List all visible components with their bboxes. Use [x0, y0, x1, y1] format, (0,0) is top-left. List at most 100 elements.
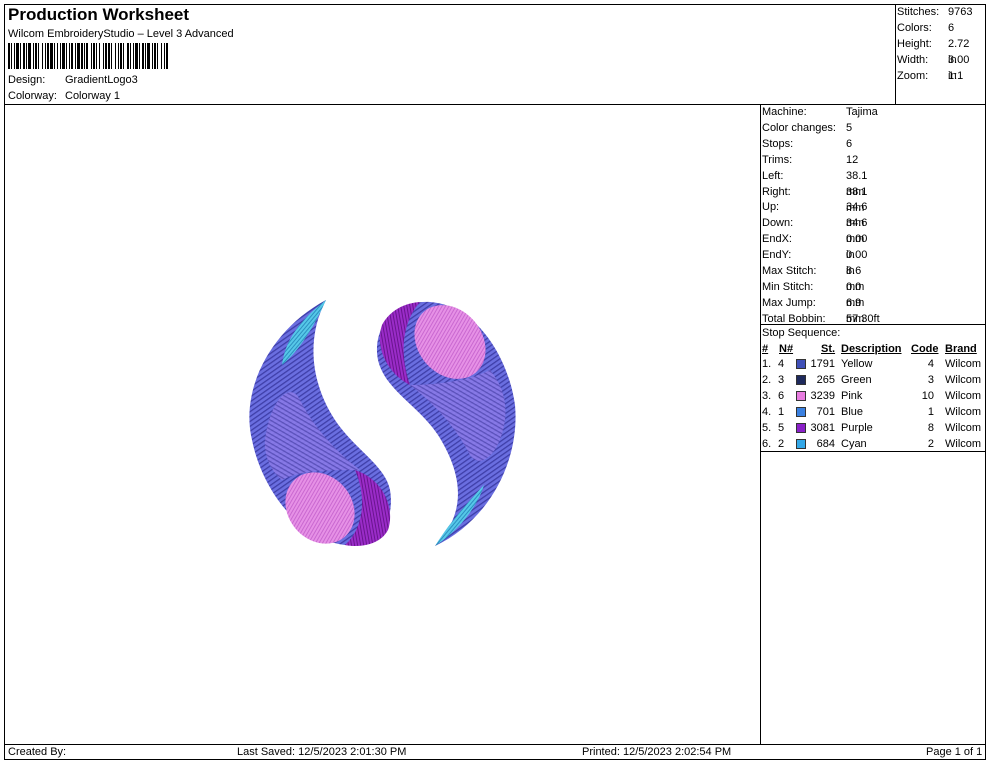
- barcode-bar: [86, 43, 88, 69]
- color-code: 4: [927, 358, 934, 370]
- barcode-bar: [47, 43, 49, 69]
- row-num: 1.: [762, 358, 772, 370]
- design-label: Design:: [8, 74, 46, 86]
- property-label: Machine:: [762, 106, 807, 118]
- property-label: Up:: [762, 201, 780, 214]
- barcode-bar: [77, 43, 80, 69]
- summary-label: Stitches:: [897, 6, 940, 18]
- property-value: 12: [846, 153, 859, 166]
- needle-num: 4: [778, 358, 785, 370]
- color-description: Purple: [841, 421, 873, 434]
- property-label: Max Jump:: [762, 296, 816, 309]
- last-saved: Last Saved: 12/5/2023 2:01:30 PM: [237, 746, 407, 758]
- color-description: Cyan: [841, 437, 867, 450]
- barcode-bar: [16, 43, 19, 69]
- property-label: Trims:: [762, 153, 793, 166]
- summary-label: Zoom:: [897, 70, 929, 82]
- stitch-count: 265: [816, 373, 835, 386]
- barcode-bar: [75, 43, 76, 69]
- thread-brand: Wilcom: [945, 358, 982, 370]
- barcode-bar: [20, 43, 21, 69]
- barcode-bar: [26, 43, 27, 69]
- needle-num: 5: [778, 421, 785, 434]
- barcode-bar: [33, 43, 34, 69]
- stitch-count: 3081: [810, 421, 835, 434]
- barcode-bar: [157, 43, 158, 69]
- barcode-bar: [130, 43, 131, 69]
- barcode-bar: [28, 43, 31, 69]
- barcode-bar: [8, 43, 10, 69]
- barcode-bar: [60, 43, 61, 69]
- property-label: Color changes:: [762, 121, 836, 134]
- color-code: 3: [927, 373, 934, 386]
- stop-sequence-row: 1. 4 1791 Yellow 4 Wilcom: [762, 356, 986, 372]
- barcode-bar: [161, 43, 162, 69]
- color-swatch: [796, 359, 806, 369]
- color-swatch: [796, 374, 806, 385]
- barcode-bar: [105, 43, 107, 69]
- thread-brand: Wilcom: [945, 421, 982, 434]
- row-num: 4.: [762, 405, 772, 418]
- needle-num: 3: [778, 373, 785, 386]
- col-header-needle: N#: [779, 343, 794, 355]
- color-code: 10: [921, 389, 934, 402]
- stitch-count: 1791: [810, 358, 835, 370]
- barcode-bar: [35, 43, 37, 69]
- embroidery-design-preview: [249, 300, 516, 547]
- color-description: Green: [841, 373, 872, 386]
- barcode-bar: [11, 43, 12, 69]
- barcode-bar: [62, 43, 65, 69]
- property-label: Max Stitch:: [762, 265, 817, 277]
- stitch-count: 684: [816, 437, 835, 450]
- stop-sequence-row: 4. 1 701 Blue 1 Wilcom: [762, 404, 986, 420]
- barcode: [8, 43, 168, 69]
- color-swatch: [796, 438, 806, 449]
- barcode-bar: [166, 43, 168, 69]
- color-description: Pink: [841, 389, 863, 402]
- barcode-bar: [84, 43, 85, 69]
- software-name: Wilcom EmbroideryStudio – Level 3 Advanc…: [8, 28, 234, 40]
- barcode-bar: [135, 43, 138, 69]
- stitch-count: 3239: [810, 389, 835, 402]
- color-description: Blue: [841, 405, 864, 418]
- property-value: 6: [846, 137, 853, 150]
- stop-sequence-row: 6. 2 684 Cyan 2 Wilcom: [762, 436, 986, 452]
- row-num: 2.: [762, 373, 772, 386]
- printed-date: Printed: 12/5/2023 2:02:54 PM: [582, 746, 732, 758]
- divider: [760, 324, 986, 325]
- summary-label: Colors:: [897, 22, 932, 34]
- stop-sequence-title: Stop Sequence:: [762, 327, 841, 339]
- barcode-bar: [164, 43, 165, 69]
- property-label: Right:: [762, 185, 791, 198]
- needle-num: 1: [778, 405, 785, 418]
- thread-brand: Wilcom: [945, 437, 982, 450]
- barcode-bar: [118, 43, 119, 69]
- thread-brand: Wilcom: [945, 373, 982, 386]
- barcode-bar: [23, 43, 25, 69]
- barcode-bar: [115, 43, 116, 69]
- barcode-bar: [96, 43, 97, 69]
- property-label: EndX:: [762, 233, 792, 246]
- barcode-bar: [91, 43, 92, 69]
- barcode-bar: [66, 43, 67, 69]
- footer-bar: [4, 744, 986, 760]
- barcode-bar: [38, 43, 39, 69]
- color-swatch: [796, 406, 806, 417]
- barcode-bar: [54, 43, 55, 69]
- stitch-count: 701: [816, 405, 835, 418]
- summary-label: Height:: [897, 38, 932, 50]
- colorway-name: Colorway 1: [65, 90, 121, 102]
- barcode-bar: [139, 43, 140, 69]
- barcode-bar: [42, 43, 43, 69]
- barcode-bar: [50, 43, 53, 69]
- barcode-bar: [71, 43, 73, 69]
- summary-value: 9763: [948, 6, 973, 18]
- property-label: Left:: [762, 169, 784, 182]
- barcode-bar: [111, 43, 112, 69]
- row-num: 6.: [762, 437, 772, 450]
- row-num: 3.: [762, 389, 772, 402]
- page-number: Page 1 of 1: [926, 746, 983, 758]
- barcode-bar: [57, 43, 58, 69]
- col-header-num: #: [762, 343, 769, 355]
- color-code: 2: [927, 437, 934, 450]
